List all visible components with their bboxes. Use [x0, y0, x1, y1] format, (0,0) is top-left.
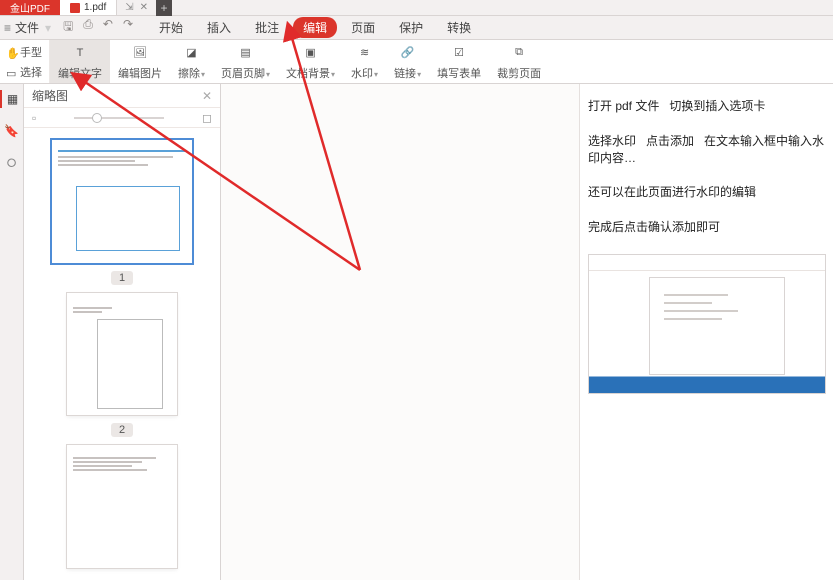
watermark-icon: ≋ — [355, 43, 375, 63]
redo-icon[interactable]: ↷ — [123, 17, 133, 38]
tab-convert[interactable]: 转换 — [437, 17, 481, 38]
background-icon: ▣ — [301, 43, 321, 63]
edit-text-button[interactable]: T 编辑文字 — [50, 40, 110, 83]
close-tab-icon[interactable]: ✕ — [140, 2, 148, 13]
tutorial-line-1: 打开 pdf 文件 切换到插入选项卡 — [588, 98, 825, 115]
undo-icon[interactable]: ↶ — [103, 17, 113, 38]
document-viewer[interactable] — [221, 84, 579, 580]
ribbon: ✋ 手型 ▭ 选择 T 编辑文字 🖼 编辑图片 ◪ 擦除 ▤ 页眉页脚 ▣ 文档… — [0, 40, 833, 84]
mode-column: ✋ 手型 ▭ 选择 — [0, 40, 50, 83]
cursor-icon: ▭ — [6, 67, 16, 77]
erase-button[interactable]: ◪ 擦除 — [170, 40, 213, 83]
app-name: 金山PDF — [0, 0, 60, 15]
tab-controls: ⇲ ✕ — [117, 0, 156, 15]
tab-edit[interactable]: 编辑 — [293, 17, 337, 38]
file-menu[interactable]: 文件 — [15, 19, 39, 36]
image-edit-icon: 🖼 — [130, 43, 150, 63]
thumbnail-page-2[interactable] — [67, 293, 177, 416]
header-footer-button[interactable]: ▤ 页眉页脚 — [213, 40, 278, 83]
thumbnails-toolbar: ▫ ◻ — [24, 108, 220, 128]
sidebar-thumbnails-icon[interactable]: ▦ — [0, 90, 24, 108]
fill-form-button[interactable]: ☑ 填写表单 — [429, 40, 489, 83]
select-tool[interactable]: ▭ 选择 — [2, 64, 47, 80]
hand-tool-label: 手型 — [20, 44, 42, 60]
thumbnail-page-3[interactable] — [67, 445, 177, 568]
pin-icon[interactable]: ⇲ — [125, 2, 133, 13]
text-edit-icon: T — [70, 43, 90, 63]
zoom-in-icon[interactable]: ◻ — [202, 111, 212, 125]
zoom-out-icon[interactable]: ▫ — [32, 111, 36, 125]
pdf-file-icon — [70, 3, 80, 13]
main-area: ▦ 🔖 ⭘ 缩略图 ✕ ▫ ◻ 1 — [0, 84, 833, 580]
file-tab-label: 1.pdf — [84, 2, 106, 13]
tab-annotate[interactable]: 批注 — [245, 17, 289, 38]
select-tool-label: 选择 — [20, 64, 42, 80]
tutorial-panel: 打开 pdf 文件 切换到插入选项卡 选择水印 点击添加 在文本输入框中输入水印… — [579, 84, 833, 580]
menubar: ≡ 文件 ▾ 🖫 ⎙ ↶ ↷ 开始 插入 批注 编辑 页面 保护 转换 — [0, 16, 833, 40]
edit-image-button[interactable]: 🖼 编辑图片 — [110, 40, 170, 83]
link-icon: 🔗 — [398, 43, 418, 63]
hand-tool[interactable]: ✋ 手型 — [2, 44, 47, 60]
link-button[interactable]: 🔗 链接 — [386, 40, 429, 83]
tutorial-line-3: 还可以在此页面进行水印的编辑 — [588, 184, 825, 201]
ribbon-tabs: 开始 插入 批注 编辑 页面 保护 转换 — [149, 17, 481, 38]
thumbnail-page-number: 1 — [111, 271, 133, 285]
tab-insert[interactable]: 插入 — [197, 17, 241, 38]
doc-bg-button[interactable]: ▣ 文档背景 — [278, 40, 343, 83]
new-tab-button[interactable]: + — [156, 0, 172, 16]
thumbnails-header: 缩略图 ✕ — [24, 84, 220, 108]
close-panel-icon[interactable]: ✕ — [202, 89, 212, 103]
file-tab[interactable]: 1.pdf — [60, 0, 117, 15]
tutorial-line-2: 选择水印 点击添加 在文本输入框中输入水印内容… — [588, 133, 825, 167]
tutorial-preview-image — [588, 254, 826, 394]
titlebar: 金山PDF 1.pdf ⇲ ✕ + — [0, 0, 833, 16]
header-footer-icon: ▤ — [236, 43, 256, 63]
hand-icon: ✋ — [6, 47, 16, 57]
thumbnails-panel: 缩略图 ✕ ▫ ◻ 1 2 — [24, 84, 221, 580]
sidebar-bookmarks-icon[interactable]: 🔖 — [0, 122, 24, 140]
quick-access-toolbar: 🖫 ⎙ ↶ ↷ — [63, 17, 133, 38]
crop-button[interactable]: ⧉ 裁剪页面 — [489, 40, 549, 83]
thumbnail-page-number: 2 — [111, 423, 133, 437]
form-icon: ☑ — [449, 43, 469, 63]
hamburger-icon[interactable]: ≡ — [4, 21, 11, 35]
thumbnail-list[interactable]: 1 2 — [24, 128, 220, 580]
tutorial-line-4: 完成后点击确认添加即可 — [588, 219, 825, 236]
tab-page[interactable]: 页面 — [341, 17, 385, 38]
tab-start[interactable]: 开始 — [149, 17, 193, 38]
tab-protect[interactable]: 保护 — [389, 17, 433, 38]
left-sidebar: ▦ 🔖 ⭘ — [0, 84, 24, 580]
thumb-zoom-slider[interactable] — [74, 117, 164, 119]
sidebar-annotations-icon[interactable]: ⭘ — [0, 154, 24, 172]
watermark-button[interactable]: ≋ 水印 — [343, 40, 386, 83]
eraser-icon: ◪ — [182, 43, 202, 63]
crop-icon: ⧉ — [509, 43, 529, 63]
thumbnail-page-1[interactable] — [52, 140, 192, 263]
thumbnails-title: 缩略图 — [32, 87, 68, 104]
print-icon[interactable]: ⎙ — [83, 17, 93, 38]
save-icon[interactable]: 🖫 — [63, 17, 73, 38]
